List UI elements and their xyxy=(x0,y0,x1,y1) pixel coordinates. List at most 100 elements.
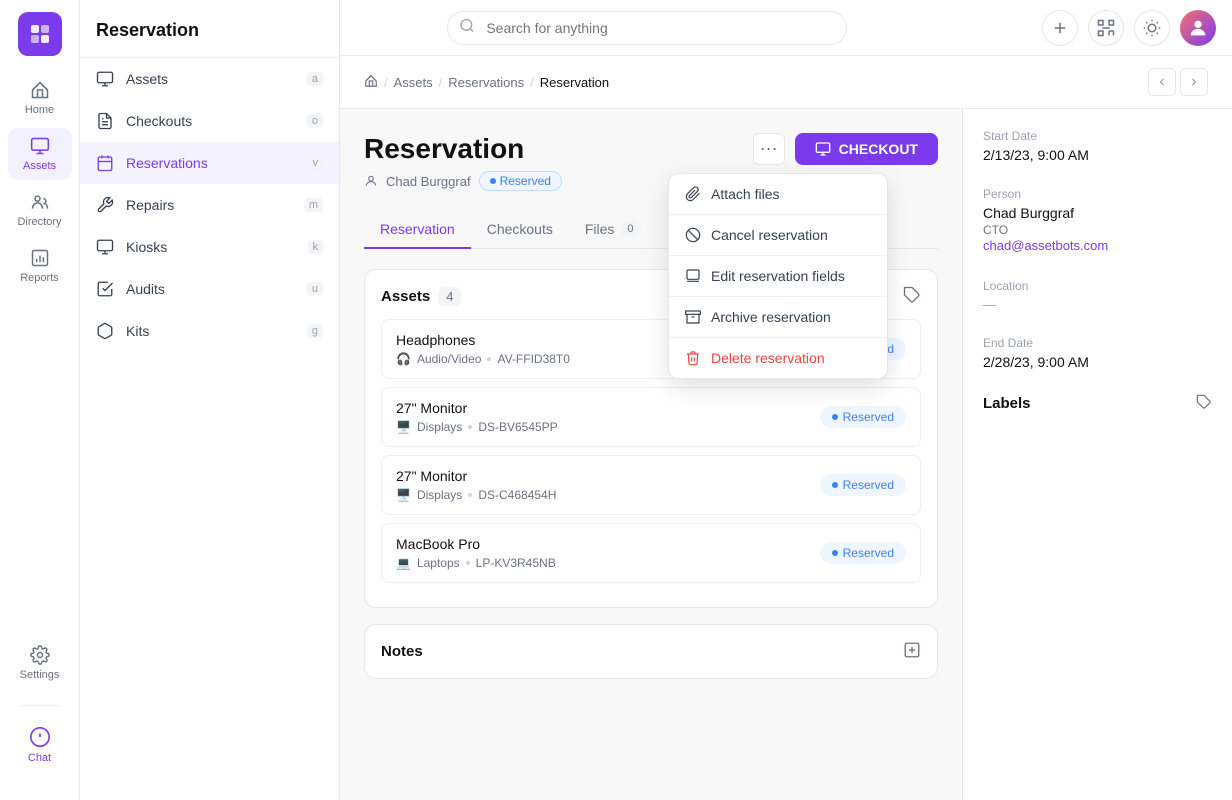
asset-info-monitor-1: 27" Monitor 🖥️ Displays DS-BV6545PP xyxy=(396,400,558,434)
assets-count: 4 xyxy=(438,287,461,306)
breadcrumb-reservations[interactable]: Reservations xyxy=(448,75,524,90)
nav-home[interactable]: Home xyxy=(8,72,72,124)
sidebar-item-assets[interactable]: Assets a xyxy=(80,58,339,100)
start-date-section: Start Date 2/13/23, 9:00 AM xyxy=(983,129,1212,163)
person-section: Person Chad Burggraf CTO chad@assetbots.… xyxy=(983,187,1212,255)
breadcrumb-sep-2: / xyxy=(439,75,443,90)
dropdown-cancel[interactable]: Cancel reservation xyxy=(669,215,887,255)
nav-assets-label: Assets xyxy=(23,160,56,172)
asset-tag-2: DS-C468454H xyxy=(478,488,556,502)
asset-info-monitor-2: 27" Monitor 🖥️ Displays DS-C468454H xyxy=(396,468,556,502)
dropdown-delete[interactable]: Delete reservation xyxy=(669,338,887,378)
sidebar-item-repairs-shortcut: m xyxy=(304,198,323,212)
sidebar-item-kiosks-shortcut: k xyxy=(308,240,324,254)
nav-chat-label: Chat xyxy=(28,752,51,764)
breadcrumb-forward[interactable] xyxy=(1180,68,1208,96)
asset-category-1: Displays xyxy=(417,420,462,434)
sidebar-item-repairs[interactable]: Repairs m xyxy=(80,184,339,226)
main-panel: Reservation Chad Burggraf Reserved xyxy=(340,109,962,800)
nav-directory-label: Directory xyxy=(17,216,61,228)
sidebar-item-checkouts[interactable]: Checkouts o xyxy=(80,100,339,142)
dot-1 xyxy=(468,425,472,429)
status-dot-2 xyxy=(832,482,838,488)
breadcrumb-home-icon[interactable] xyxy=(364,74,378,91)
add-note-button[interactable] xyxy=(903,641,921,662)
dropdown-delete-label: Delete reservation xyxy=(711,350,825,366)
tab-checkouts[interactable]: Checkouts xyxy=(471,211,569,249)
breadcrumb-nav xyxy=(1148,68,1208,96)
sidebar-item-reservations[interactable]: Reservations v xyxy=(80,142,339,184)
asset-row-monitor-1[interactable]: 27" Monitor 🖥️ Displays DS-BV6545PP Rese… xyxy=(381,387,921,447)
sidebar-item-assets-label: Assets xyxy=(126,71,168,87)
archive-icon xyxy=(685,309,701,325)
nav-settings[interactable]: Settings xyxy=(8,637,72,689)
asset-tag-3: LP-KV3R45NB xyxy=(476,556,556,570)
more-options-button[interactable]: ⋯ xyxy=(753,133,785,165)
asset-tag-1: DS-BV6545PP xyxy=(478,420,557,434)
dot-2 xyxy=(468,493,472,497)
nav-reports[interactable]: Reports xyxy=(8,240,72,292)
sidebar-item-kiosks[interactable]: Kiosks k xyxy=(80,226,339,268)
sidebar-item-kits[interactable]: Kits g xyxy=(80,310,339,352)
page-title: Reservation xyxy=(364,133,562,165)
topbar-actions xyxy=(1042,10,1216,46)
sidebar-item-audits-shortcut: u xyxy=(307,282,323,296)
dropdown-attach[interactable]: Attach files xyxy=(669,174,887,214)
asset-status-1: Reserved xyxy=(820,406,906,428)
tab-files[interactable]: Files 0 xyxy=(569,211,657,249)
search-icon xyxy=(459,17,475,38)
asset-category-2: Displays xyxy=(417,488,462,502)
asset-tag-0: AV-FFID38T0 xyxy=(497,352,569,366)
tab-reservation[interactable]: Reservation xyxy=(364,211,471,249)
sidebar-item-audits[interactable]: Audits u xyxy=(80,268,339,310)
topbar xyxy=(340,0,1232,56)
dropdown-archive[interactable]: Archive reservation xyxy=(669,297,887,337)
sidebar-item-assets-shortcut: a xyxy=(307,72,323,86)
asset-name-monitor-1: 27" Monitor xyxy=(396,400,558,416)
start-date-label: Start Date xyxy=(983,129,1212,143)
sidebar-item-repairs-label: Repairs xyxy=(126,197,174,213)
sidebar-item-kits-label: Kits xyxy=(126,323,149,339)
assets-tag-button[interactable] xyxy=(903,286,921,307)
person-label: Person xyxy=(983,187,1212,201)
breadcrumb-sep-3: / xyxy=(530,75,534,90)
person-email[interactable]: chad@assetbots.com xyxy=(983,238,1108,253)
user-avatar[interactable] xyxy=(1180,10,1216,46)
dropdown-attach-label: Attach files xyxy=(711,186,779,202)
nav-directory[interactable]: Directory xyxy=(8,184,72,236)
cancel-icon xyxy=(685,227,701,243)
asset-info-headphones: Headphones 🎧 Audio/Video AV-FFID38T0 xyxy=(396,332,570,366)
sidebar-item-reservations-label: Reservations xyxy=(126,155,208,171)
status-dot-1 xyxy=(832,414,838,420)
checkout-button[interactable]: CHECKOUT xyxy=(795,133,938,165)
labels-tag-button[interactable] xyxy=(1196,394,1212,413)
search-input[interactable] xyxy=(447,11,847,45)
asset-info-macbook: MacBook Pro 💻 Laptops LP-KV3R45NB xyxy=(396,536,556,570)
nav-chat[interactable]: Chat xyxy=(8,718,72,772)
page-body: Reservation Chad Burggraf Reserved xyxy=(340,109,1232,800)
breadcrumb-back[interactable] xyxy=(1148,68,1176,96)
location-section: Location — xyxy=(983,279,1212,312)
status-dot-3 xyxy=(832,550,838,556)
breadcrumb-assets[interactable]: Assets xyxy=(394,75,433,90)
content-area: / Assets / Reservations / Reservation xyxy=(340,56,1232,800)
theme-toggle[interactable] xyxy=(1134,10,1170,46)
dropdown-edit[interactable]: Edit reservation fields xyxy=(669,256,887,296)
add-button[interactable] xyxy=(1042,10,1078,46)
asset-meta-monitor-2: 🖥️ Displays DS-C468454H xyxy=(396,488,556,502)
sidebar-item-checkouts-label: Checkouts xyxy=(126,113,192,129)
assets-title-text: Assets xyxy=(381,288,430,305)
notes-title: Notes xyxy=(381,643,423,660)
asset-meta-macbook: 💻 Laptops LP-KV3R45NB xyxy=(396,556,556,570)
asset-name-macbook: MacBook Pro xyxy=(396,536,556,552)
location-label: Location xyxy=(983,279,1212,293)
asset-row-monitor-2[interactable]: 27" Monitor 🖥️ Displays DS-C468454H Rese… xyxy=(381,455,921,515)
asset-row-macbook[interactable]: MacBook Pro 💻 Laptops LP-KV3R45NB Reserv… xyxy=(381,523,921,583)
app-logo[interactable] xyxy=(18,12,62,56)
page-header-actions: ⋯ CHECKOUT xyxy=(753,133,938,165)
person-icon xyxy=(364,174,378,188)
breadcrumb-reservation: Reservation xyxy=(540,75,609,90)
tab-reservation-label: Reservation xyxy=(380,221,455,237)
nav-assets[interactable]: Assets xyxy=(8,128,72,180)
scan-button[interactable] xyxy=(1088,10,1124,46)
